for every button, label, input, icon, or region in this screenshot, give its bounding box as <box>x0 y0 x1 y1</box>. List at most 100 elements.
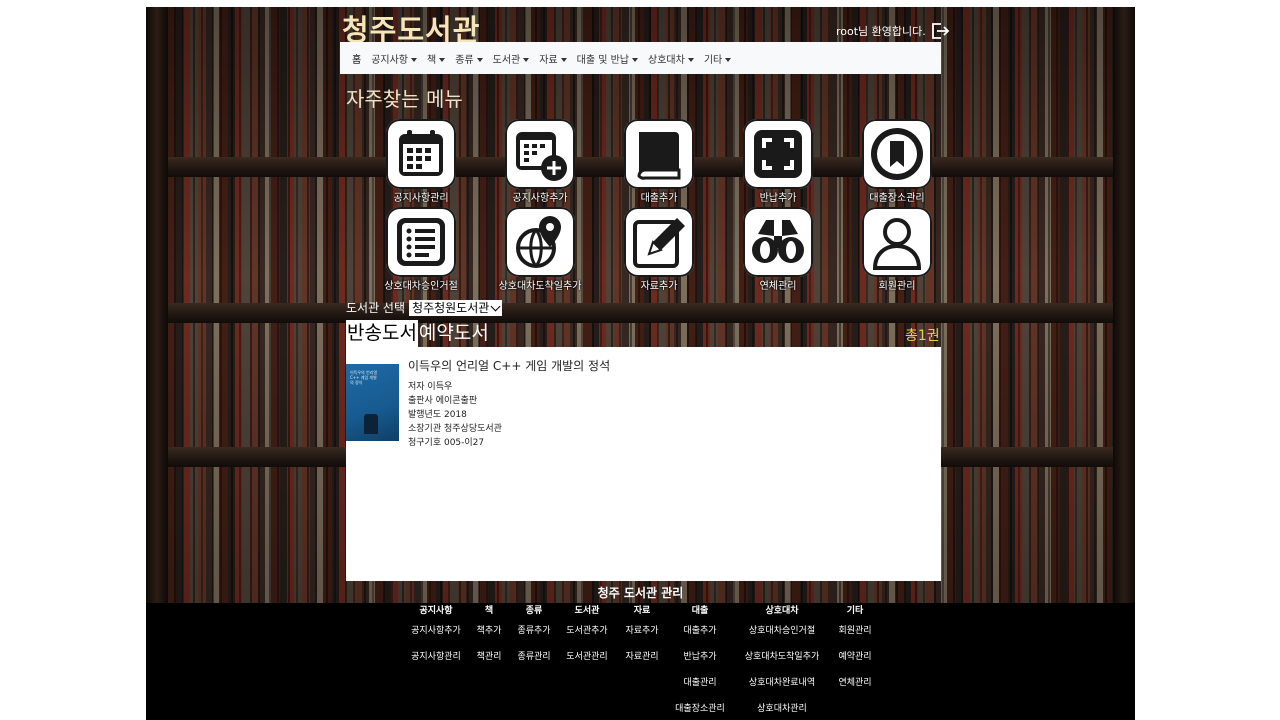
library-select-row: 도서관 선택 청 주청원도서관 <box>346 299 503 316</box>
page-frame: 청주도서관 root님 환영합니다. 홈 공지사항 책 종류 도서관 자료 대출… <box>146 7 1135 720</box>
book-year: 발행년도 2018 <box>408 410 467 420</box>
shelf-post <box>1113 7 1135 603</box>
library-select-label: 도서관 선택 <box>346 301 406 315</box>
footer-link[interactable]: 상호대차관리 <box>736 701 828 720</box>
footer-link[interactable]: 종류추가 <box>512 623 556 649</box>
shelf-post <box>146 7 168 603</box>
footer-link[interactable]: 대출추가 <box>668 623 732 649</box>
menu-label: 대출추가 <box>640 193 678 204</box>
footer-link[interactable]: 상호대차완료내역 <box>736 675 828 701</box>
footer-col-category: 종류 종류추가 종류관리 <box>512 603 556 675</box>
footer-link[interactable]: 반납추가 <box>668 649 732 675</box>
tab-reserved-books[interactable]: 예약도서 <box>418 320 490 347</box>
frequent-menu-title: 자주찾는 메뉴 <box>346 87 463 111</box>
footer-col-head: 상호대차 <box>765 606 799 616</box>
calendar-add-icon <box>505 119 575 189</box>
logout-icon[interactable] <box>930 22 950 40</box>
book-icon <box>624 119 694 189</box>
caret-down-icon <box>560 57 567 62</box>
menu-label: 상호대차승인거절 <box>384 281 458 292</box>
nav-label: 도서관 <box>492 54 521 66</box>
globe-pin-icon <box>505 207 575 277</box>
book-tabs: 반송도서 예약도서 <box>346 320 490 347</box>
nav-label: 책 <box>427 54 437 66</box>
footer-link[interactable]: 자료추가 <box>620 623 664 649</box>
footer-link[interactable]: 책관리 <box>472 649 506 675</box>
menu-label: 연체관리 <box>759 281 797 292</box>
menu-label: 공지사항관리 <box>393 193 449 204</box>
footer-link[interactable]: 대출장소관리 <box>668 701 732 720</box>
total-count: 총1권 <box>905 328 940 344</box>
caret-down-icon <box>687 57 694 62</box>
footer-col-library: 도서관 도서관추가 도서관관리 <box>560 603 614 675</box>
nav-home[interactable]: 홈 <box>340 51 366 66</box>
nav-material[interactable]: 자료 <box>534 51 571 66</box>
footer-link[interactable]: 책추가 <box>472 623 506 649</box>
nav-label: 공지사항 <box>371 54 409 66</box>
footer-col-material: 자료 자료추가 자료관리 <box>620 603 664 675</box>
book-publisher: 출판사 에이콘출판 <box>408 396 478 406</box>
binoculars-icon <box>743 207 813 277</box>
nav-library[interactable]: 도서관 <box>488 51 535 66</box>
book-holder: 소장기관 청주상당도서관 <box>408 424 502 434</box>
book-title[interactable]: 이득우의 언리얼 C++ 게임 개발의 정석 <box>408 357 610 374</box>
footer-link[interactable]: 도서관관리 <box>560 649 614 675</box>
footer-link[interactable]: 회원관리 <box>832 623 878 649</box>
nav-etc[interactable]: 기타 <box>699 51 736 66</box>
book-info: 이득우의 언리얼 C++ 게임 개발의 정석 저자 이득우 출판사 에이콘출판 … <box>408 357 610 450</box>
caret-down-icon <box>476 57 483 62</box>
footer-link[interactable]: 종류관리 <box>512 649 556 675</box>
footer-link[interactable]: 도서관추가 <box>560 623 614 649</box>
footer-link[interactable]: 자료관리 <box>620 649 664 675</box>
nav-label: 종류 <box>455 54 474 66</box>
footer-link[interactable]: 공지사항관리 <box>404 649 468 675</box>
footer-col-head: 대출 <box>691 606 709 616</box>
menu-label: 상호대차도착일추가 <box>498 281 582 292</box>
footer: 공지사항 공지사항추가 공지사항관리 책 책추가 책관리 종류 종류추가 종류관… <box>146 603 1135 720</box>
chevron-down-icon <box>490 301 501 311</box>
nav-label: 상호대차 <box>648 54 685 66</box>
caret-down-icon <box>725 57 732 62</box>
book-author: 저자 이득우 <box>408 382 453 392</box>
footer-link[interactable]: 상호대차도착일추가 <box>736 649 828 675</box>
footer-col-loan: 대출 대출추가 반납추가 대출관리 대출장소관리 <box>668 603 732 720</box>
footer-link[interactable]: 연체관리 <box>832 675 878 701</box>
footer-link[interactable]: 대출관리 <box>668 675 732 701</box>
caret-down-icon <box>439 57 446 62</box>
library-select-prefix: 청 <box>412 300 424 315</box>
nav-interlibrary[interactable]: 상호대차 <box>643 51 699 66</box>
main-navbar: 홈 공지사항 책 종류 도서관 자료 대출 및 반납 상호대차 기타 <box>340 42 941 74</box>
edit-pencil-icon <box>624 207 694 277</box>
footer-link[interactable]: 상호대차승인거절 <box>736 623 828 649</box>
cover-figure-icon <box>364 414 378 434</box>
footer-col-head: 기타 <box>846 606 864 616</box>
scan-frame-icon <box>743 119 813 189</box>
list-icon <box>386 207 456 277</box>
tab-returned-books[interactable]: 반송도서 <box>346 320 418 347</box>
nav-loan-return[interactable]: 대출 및 반납 <box>572 51 643 66</box>
shelf-plank <box>146 303 1135 323</box>
menu-label: 대출장소관리 <box>869 193 925 204</box>
book-list: 이득우의 언리얼 C++ 게임 개발의 정석 이득우의 언리얼 C++ 게임 개… <box>346 347 941 581</box>
nav-category[interactable]: 종류 <box>450 51 487 66</box>
nav-label: 기타 <box>703 54 723 66</box>
caret-down-icon <box>411 57 418 62</box>
footer-col-notice: 공지사항 공지사항추가 공지사항관리 <box>404 603 468 675</box>
footer-col-head: 종류 <box>525 606 543 616</box>
nav-label: 대출 및 반납 <box>576 54 629 66</box>
nav-notice[interactable]: 공지사항 <box>366 51 422 66</box>
book-call-number: 청구기호 005-이27 <box>408 438 485 448</box>
footer-link[interactable]: 공지사항추가 <box>404 623 468 649</box>
menu-label: 회원관리 <box>878 281 916 292</box>
footer-col-head: 자료 <box>633 606 651 616</box>
footer-col-head: 책 <box>484 606 494 616</box>
footer-link[interactable]: 예약관리 <box>832 649 878 675</box>
library-select[interactable]: 청 주청원도서관 <box>409 299 503 316</box>
menu-label: 반납추가 <box>759 193 797 204</box>
book-cover-text: 이득우의 언리얼 C++ 게임 개발의 정석 <box>350 370 378 385</box>
welcome-text: root님 환영합니다. <box>836 25 926 38</box>
footer-col-etc: 기타 회원관리 예약관리 연체관리 <box>832 603 878 701</box>
nav-label: 자료 <box>539 54 558 66</box>
nav-book[interactable]: 책 <box>422 51 450 66</box>
book-cover-image[interactable]: 이득우의 언리얼 C++ 게임 개발의 정석 <box>346 364 399 441</box>
